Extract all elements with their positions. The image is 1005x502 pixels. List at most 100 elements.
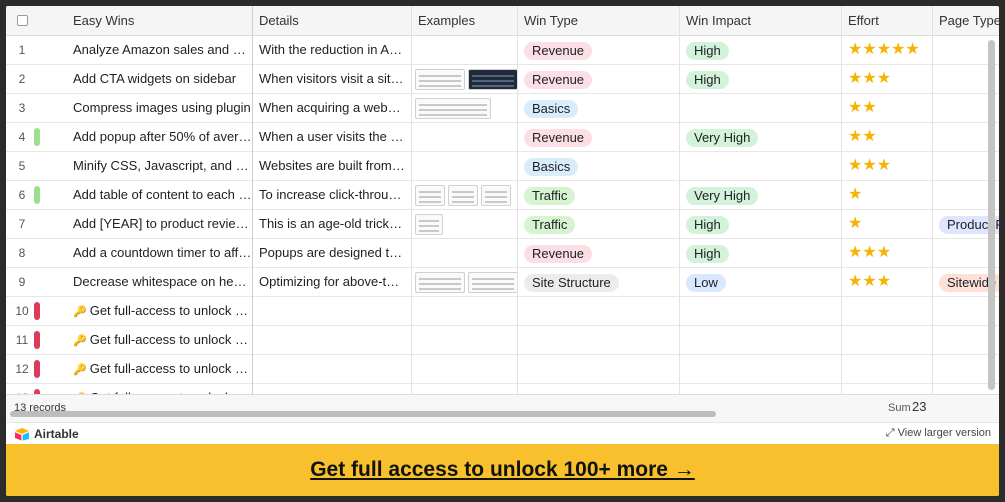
column-divider bbox=[411, 6, 412, 394]
table-row[interactable]: 9 Decrease whitespace on head... Optimizin… bbox=[6, 268, 999, 297]
win-type-cell[interactable]: Traffic bbox=[517, 181, 679, 209]
attachment-thumbnail[interactable] bbox=[468, 69, 518, 90]
examples-attachments[interactable] bbox=[415, 69, 518, 90]
attachment-thumbnail[interactable] bbox=[481, 185, 511, 206]
win-type-cell[interactable]: Basics bbox=[517, 94, 679, 122]
win-type-cell[interactable]: Basics bbox=[517, 152, 679, 180]
details-cell[interactable]: When a user visits the sit... bbox=[252, 123, 411, 151]
win-impact-cell[interactable]: Very High bbox=[679, 123, 841, 151]
details-cell[interactable]: Popups are designed to ... bbox=[252, 239, 411, 267]
win-impact-cell[interactable]: High bbox=[679, 239, 841, 267]
column-header-examples[interactable]: Examples bbox=[411, 6, 517, 36]
win-type-cell[interactable]: Traffic bbox=[517, 210, 679, 238]
effort-rating[interactable] bbox=[841, 297, 932, 325]
win-type-cell[interactable] bbox=[517, 355, 679, 383]
column-header-easy-wins[interactable]: Easy Wins bbox=[66, 6, 252, 36]
column-header-win-impact[interactable]: Win Impact bbox=[679, 6, 841, 36]
table-row[interactable]: 4 Add popup after 50% of avera... When a u… bbox=[6, 123, 999, 152]
effort-rating[interactable]: ★ bbox=[841, 181, 932, 209]
attachment-thumbnail[interactable] bbox=[415, 98, 491, 119]
column-header-win-type[interactable]: Win Type bbox=[517, 6, 679, 36]
cta-banner[interactable]: Get full access to unlock 100+ more → bbox=[6, 444, 999, 496]
examples-attachments[interactable] bbox=[415, 98, 491, 119]
effort-rating[interactable] bbox=[841, 355, 932, 383]
table-row[interactable]: 1 Analyze Amazon sales and do ... With the… bbox=[6, 36, 999, 65]
table-row[interactable]: 5 Minify CSS, Javascript, and H... Website… bbox=[6, 152, 999, 181]
easy-win-cell[interactable]: Minify CSS, Javascript, and H... bbox=[66, 152, 252, 180]
column-header-details[interactable]: Details bbox=[252, 6, 411, 36]
win-impact-cell[interactable] bbox=[679, 326, 841, 354]
easy-win-cell[interactable]: 🔑Get full-access to unlock 10... bbox=[66, 297, 252, 325]
examples-attachments[interactable] bbox=[415, 185, 511, 206]
effort-rating[interactable]: ★★ bbox=[841, 123, 932, 151]
column-header-page-type[interactable]: Page Type bbox=[932, 6, 999, 36]
easy-win-cell[interactable]: Decrease whitespace on head... bbox=[66, 268, 252, 296]
table-row[interactable]: 10 🔑 Get full-access to unlock 10... bbox=[6, 297, 999, 326]
cta-link[interactable]: Get full access to unlock 100+ more → bbox=[310, 458, 695, 482]
easy-win-cell[interactable]: 🔑Get full-access to unlock 10... bbox=[66, 355, 252, 383]
attachment-thumbnail[interactable] bbox=[415, 214, 443, 235]
details-cell[interactable]: When visitors visit a site ... bbox=[252, 65, 411, 93]
win-impact-cell[interactable] bbox=[679, 94, 841, 122]
win-type-cell[interactable] bbox=[517, 326, 679, 354]
attachment-thumbnail[interactable] bbox=[448, 185, 478, 206]
effort-rating[interactable]: ★★★ bbox=[841, 65, 932, 93]
win-impact-cell[interactable] bbox=[679, 152, 841, 180]
win-impact-cell[interactable]: Very High bbox=[679, 181, 841, 209]
win-impact-cell[interactable]: High bbox=[679, 210, 841, 238]
effort-rating[interactable]: ★★ bbox=[841, 94, 932, 122]
details-cell[interactable] bbox=[252, 326, 411, 354]
table-row[interactable]: 7 Add [YEAR] to product review... This is … bbox=[6, 210, 999, 239]
effort-rating[interactable]: ★★★★★ bbox=[841, 36, 932, 64]
examples-attachments[interactable] bbox=[415, 272, 518, 293]
attachment-thumbnail[interactable] bbox=[415, 69, 465, 90]
table-row[interactable]: 12 🔑 Get full-access to unlock 10... bbox=[6, 355, 999, 384]
effort-rating[interactable]: ★★★ bbox=[841, 239, 932, 267]
win-type-cell[interactable] bbox=[517, 297, 679, 325]
win-type-cell[interactable]: Site Structure bbox=[517, 268, 679, 296]
select-all-checkbox[interactable] bbox=[17, 15, 28, 26]
details-cell[interactable]: Websites are built from ... bbox=[252, 152, 411, 180]
table-row[interactable]: 2 Add CTA widgets on sidebar When visitors… bbox=[6, 65, 999, 94]
table-row[interactable]: 11 🔑 Get full-access to unlock 10... bbox=[6, 326, 999, 355]
table-row[interactable]: 8 Add a countdown timer to affili... Popup… bbox=[6, 239, 999, 268]
easy-win-cell[interactable]: Add a countdown timer to affili... bbox=[66, 239, 252, 267]
easy-win-cell[interactable]: Add [YEAR] to product review... bbox=[66, 210, 252, 238]
attachment-thumbnail[interactable] bbox=[468, 272, 518, 293]
view-larger-link[interactable]: ⤢ View larger version bbox=[886, 427, 991, 440]
effort-rating[interactable]: ★★★ bbox=[841, 268, 932, 296]
easy-win-cell[interactable]: Compress images using plugin bbox=[66, 94, 252, 122]
examples-attachments[interactable] bbox=[415, 214, 443, 235]
table-row[interactable]: 3 Compress images using plugin When acquir… bbox=[6, 94, 999, 123]
easy-win-cell[interactable]: 🔑Get full-access to unlock 10... bbox=[66, 326, 252, 354]
win-impact-cell[interactable]: High bbox=[679, 65, 841, 93]
details-cell[interactable]: Optimizing for above-the... bbox=[252, 268, 411, 296]
table-row[interactable]: 6 Add table of content to each a... To inc… bbox=[6, 181, 999, 210]
win-impact-cell[interactable]: High bbox=[679, 36, 841, 64]
effort-rating[interactable]: ★ bbox=[841, 210, 932, 238]
effort-rating[interactable]: ★★★ bbox=[841, 152, 932, 180]
easy-win-cell[interactable]: Analyze Amazon sales and do ... bbox=[66, 36, 252, 64]
effort-rating[interactable] bbox=[841, 326, 932, 354]
win-impact-cell[interactable]: Low bbox=[679, 268, 841, 296]
attachment-thumbnail[interactable] bbox=[415, 272, 465, 293]
details-cell[interactable]: When acquiring a websit... bbox=[252, 94, 411, 122]
win-type-cell[interactable]: Revenue bbox=[517, 123, 679, 151]
win-impact-cell[interactable] bbox=[679, 355, 841, 383]
attachment-thumbnail[interactable] bbox=[415, 185, 445, 206]
details-cell[interactable]: To increase click-through... bbox=[252, 181, 411, 209]
vertical-scrollbar[interactable] bbox=[988, 40, 995, 390]
win-type-cell[interactable]: Revenue bbox=[517, 36, 679, 64]
win-type-cell[interactable]: Revenue bbox=[517, 65, 679, 93]
column-header-effort[interactable]: Effort bbox=[841, 6, 932, 36]
details-cell[interactable]: With the reduction in Am... bbox=[252, 36, 411, 64]
details-cell[interactable] bbox=[252, 355, 411, 383]
details-cell[interactable] bbox=[252, 297, 411, 325]
easy-win-cell[interactable]: Add popup after 50% of avera... bbox=[66, 123, 252, 151]
easy-win-cell[interactable]: Add table of content to each a... bbox=[66, 181, 252, 209]
horizontal-scrollbar[interactable] bbox=[10, 411, 716, 417]
win-impact-cell[interactable] bbox=[679, 297, 841, 325]
easy-win-cell[interactable]: Add CTA widgets on sidebar bbox=[66, 65, 252, 93]
details-cell[interactable]: This is an age-old trick t... bbox=[252, 210, 411, 238]
win-type-cell[interactable]: Revenue bbox=[517, 239, 679, 267]
